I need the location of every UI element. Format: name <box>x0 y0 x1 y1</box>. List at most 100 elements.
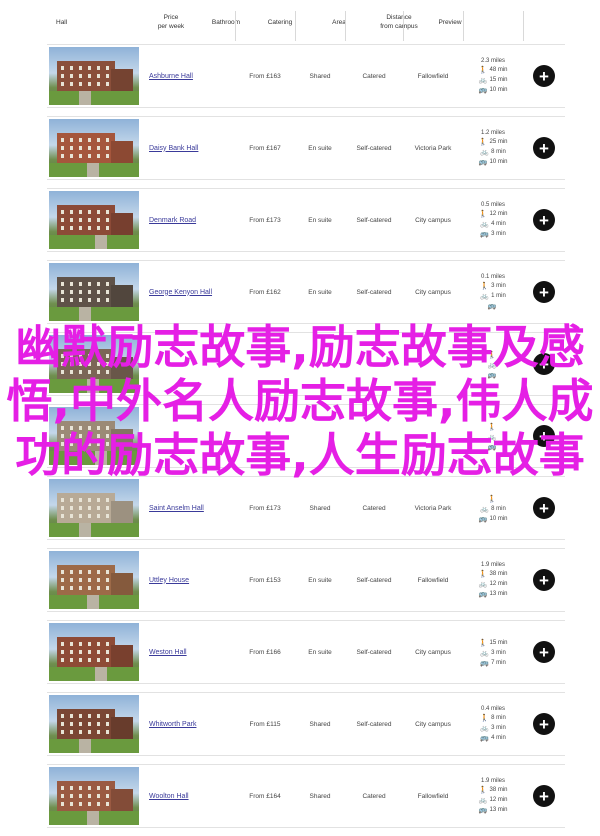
building-window <box>97 298 100 302</box>
price-cell: From £167 <box>249 144 281 152</box>
hall-name-cell: George Kenyon Hall <box>141 289 235 296</box>
area-cell: Fallowfield <box>417 72 449 80</box>
hall-thumbnail[interactable] <box>49 551 139 609</box>
building-window <box>88 570 91 574</box>
header-divider <box>295 11 296 41</box>
distance-cell: 1.9 miles 🚶 38 min 🚲 12 min 🚌 13 min <box>463 778 523 814</box>
preview-cell: + <box>523 209 565 231</box>
building-window <box>61 82 64 86</box>
add-preview-button[interactable]: + <box>533 65 555 87</box>
add-preview-button[interactable]: + <box>533 281 555 303</box>
building-window <box>88 226 91 230</box>
bathroom-cell: Shared <box>309 720 331 728</box>
building-window <box>97 226 100 230</box>
add-preview-button[interactable]: + <box>533 137 555 159</box>
distance-cell: 1.2 miles 🚶 25 min 🚲 8 min 🚌 10 min <box>463 130 523 166</box>
hall-thumbnail[interactable] <box>49 47 139 105</box>
table-row: Ashburne Hall From £163 Shared Catered F… <box>47 44 565 108</box>
header-distance: Distance from campus <box>380 14 418 30</box>
hall-name-link[interactable]: Woolton Hall <box>149 793 189 800</box>
building-window <box>97 570 100 574</box>
distance-miles: 0.1 miles <box>480 274 505 280</box>
walk-time: 15 min <box>489 640 508 646</box>
distance-cell: 1.9 miles 🚶 38 min 🚲 12 min 🚌 13 min <box>463 562 523 598</box>
hall-thumbnail[interactable] <box>49 479 139 537</box>
hall-thumbnail[interactable] <box>49 623 139 681</box>
building-window <box>79 146 82 150</box>
walking-person-icon: 🚶 <box>478 571 488 578</box>
walk-time: 8 min <box>491 715 506 721</box>
catering-cell: Catered <box>362 504 386 512</box>
building-window <box>70 210 73 214</box>
hall-name-link[interactable]: Daisy Bank Hall <box>149 145 198 152</box>
building-window <box>61 650 64 654</box>
add-preview-button[interactable]: + <box>533 497 555 519</box>
building-window <box>88 794 91 798</box>
distance-cell: 0.1 miles 🚶 3 min 🚲 1 min 🚌 <box>463 274 523 310</box>
building-window <box>106 794 109 798</box>
building-window <box>106 282 109 286</box>
hall-thumbnail[interactable] <box>49 191 139 249</box>
building-window <box>70 506 73 510</box>
building-window <box>79 138 82 142</box>
price-cell: From £173 <box>249 216 281 224</box>
hall-thumbnail[interactable] <box>49 695 139 753</box>
bike-time: 12 min <box>489 797 508 803</box>
area-cell: Victoria Park <box>414 144 452 152</box>
building-window <box>70 514 73 518</box>
bicycle-icon: 🚲 <box>478 581 488 588</box>
building-window <box>97 290 100 294</box>
building-window <box>79 74 82 78</box>
hall-name-link[interactable]: Saint Anselm Hall <box>149 505 204 512</box>
building-window <box>97 642 100 646</box>
plus-icon: + <box>539 282 549 302</box>
building-shape <box>111 717 133 739</box>
building-window <box>88 290 91 294</box>
hall-name-cell: Uttley House <box>141 577 235 584</box>
building-window <box>61 794 64 798</box>
hall-thumbnail[interactable] <box>49 767 139 825</box>
hall-name-link[interactable]: George Kenyon Hall <box>149 289 212 296</box>
overlay-headline: 幽默励志故事,励志故事及感悟,中外名人励志故事,伟人成功的励志故事,人生励志故事 <box>6 320 594 482</box>
walk-time: 12 min <box>489 211 508 217</box>
bike-time: 4 min <box>491 221 506 227</box>
hall-thumbnail[interactable] <box>49 119 139 177</box>
hall-name-link[interactable]: Ashburne Hall <box>149 73 193 80</box>
building-window <box>61 298 64 302</box>
building-window <box>61 506 64 510</box>
path-shape <box>95 235 107 249</box>
table-row: Weston Hall From £166 En suite Self-cate… <box>47 620 565 684</box>
hall-name-link[interactable]: Denmark Road <box>149 217 196 224</box>
building-shape <box>57 205 115 235</box>
walking-person-icon: 🚶 <box>478 67 488 74</box>
building-window <box>106 66 109 70</box>
building-window <box>79 794 82 798</box>
hall-thumbnail-cell <box>47 47 141 105</box>
building-window <box>106 498 109 502</box>
hall-name-link[interactable]: Uttley House <box>149 577 189 584</box>
add-preview-button[interactable]: + <box>533 209 555 231</box>
catering-cell: Self-catered <box>356 576 392 584</box>
hall-name-link[interactable]: Whitworth Park <box>149 721 196 728</box>
building-window <box>70 722 73 726</box>
building-window <box>61 498 64 502</box>
hall-name-cell: Weston Hall <box>141 649 235 656</box>
bus-icon: 🚌 <box>480 231 489 238</box>
building-window <box>106 210 109 214</box>
add-preview-button[interactable]: + <box>533 641 555 663</box>
building-window <box>70 82 73 86</box>
bicycle-icon: 🚲 <box>480 506 489 513</box>
distance-cell: 0.4 miles 🚶 8 min 🚲 3 min 🚌 4 min <box>463 706 523 742</box>
building-window <box>70 714 73 718</box>
hall-name-link[interactable]: Weston Hall <box>149 649 187 656</box>
building-window <box>88 138 91 142</box>
building-window <box>97 586 100 590</box>
add-preview-button[interactable]: + <box>533 785 555 807</box>
header-preview: Preview <box>438 18 462 26</box>
walk-time: 25 min <box>489 139 508 145</box>
building-window <box>97 514 100 518</box>
hall-thumbnail[interactable] <box>49 263 139 321</box>
header-divider <box>523 11 524 41</box>
add-preview-button[interactable]: + <box>533 569 555 591</box>
add-preview-button[interactable]: + <box>533 713 555 735</box>
